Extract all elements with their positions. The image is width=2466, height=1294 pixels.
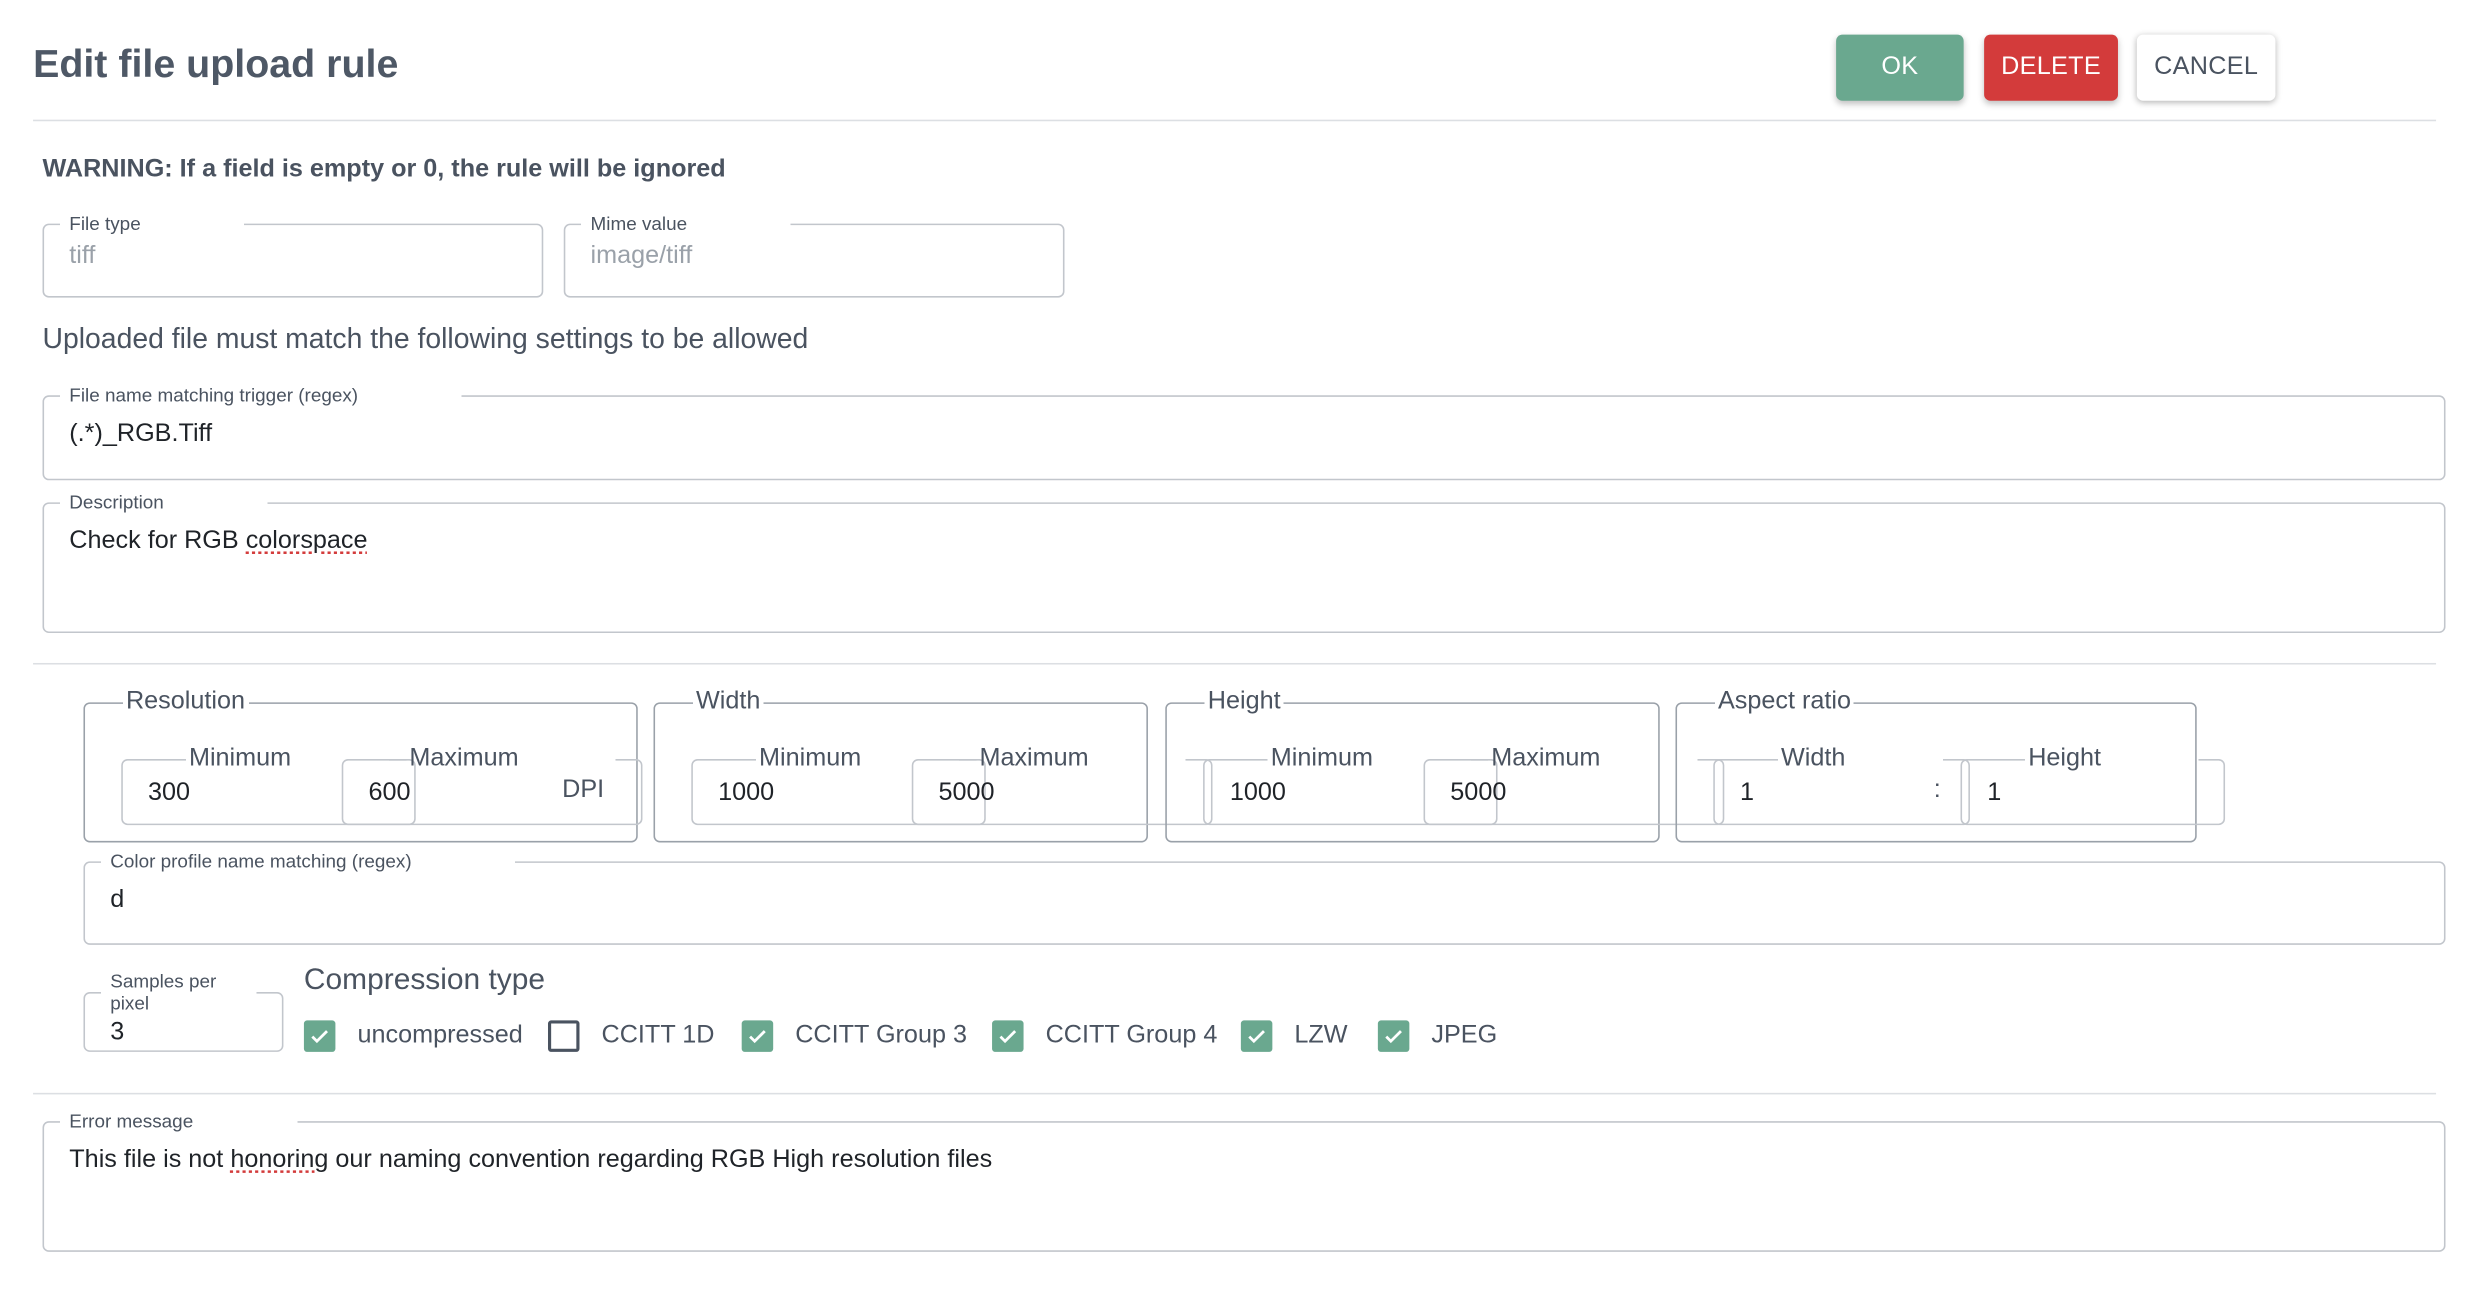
check-icon <box>1248 1030 1265 1044</box>
file-name-trigger-field[interactable]: File name matching trigger (regex) (.*)_… <box>42 384 2446 481</box>
checkbox-label-ccitt-1d[interactable]: CCITT 1D <box>602 1020 715 1051</box>
samples-per-pixel-input[interactable]: 3 <box>110 1019 256 1047</box>
samples-per-pixel-field[interactable]: Samples per pixel 3 <box>83 970 284 1052</box>
aspect-height-input[interactable]: 1 <box>1987 779 2198 807</box>
aspect-ratio-separator: : <box>1933 776 1941 804</box>
resolution-unit: DPI <box>562 776 605 804</box>
description-field[interactable]: Description Check for RGB colorspace <box>42 491 2446 634</box>
divider <box>33 662 2437 665</box>
page-title: Edit file upload rule <box>33 42 399 87</box>
file-name-trigger-label: File name matching trigger (regex) <box>69 384 359 407</box>
samples-per-pixel-label: Samples per pixel <box>110 970 217 1015</box>
check-icon <box>311 1030 328 1044</box>
file-name-trigger-input[interactable]: (.*)_RGB.Tiff <box>69 420 2418 448</box>
section-subheading: Uploaded file must match the following s… <box>42 322 809 355</box>
edit-rule-dialog: Edit file upload rule OK DELETE CANCEL W… <box>0 0 2466 1294</box>
divider <box>33 1092 2437 1095</box>
warning-text: WARNING: If a field is empty or 0, the r… <box>42 155 726 183</box>
check-icon <box>999 1030 1017 1044</box>
error-message-label: Error message <box>69 1110 194 1133</box>
color-profile-label: Color profile name matching (regex) <box>110 850 412 873</box>
description-label: Description <box>69 491 164 514</box>
checkbox-label-ccitt-group-4[interactable]: CCITT Group 4 <box>1046 1020 1218 1051</box>
width-max-input[interactable]: 5000 <box>939 779 1187 807</box>
file-type-field[interactable]: File type tiff <box>42 212 544 298</box>
aspect-width-input[interactable]: 1 <box>1740 779 1943 807</box>
cancel-button[interactable]: CANCEL <box>2136 34 2276 101</box>
aspect-ratio-title: Aspect ratio <box>1717 688 1852 715</box>
height-title: Height <box>1207 688 1281 715</box>
checkbox-ccitt-group-3[interactable] <box>741 1020 774 1052</box>
checkbox-jpeg[interactable] <box>1377 1020 1410 1052</box>
delete-button[interactable]: DELETE <box>1984 34 2118 101</box>
file-type-input[interactable]: tiff <box>69 243 516 271</box>
width-group: Width Minimum 1000 Maximum 5000 <box>653 686 1214 843</box>
aspect-height-label: Height <box>2028 744 2102 772</box>
aspect-ratio-group: Aspect ratio Width 1 : Height 1 <box>1675 686 2226 843</box>
aspect-width-label: Width <box>1780 744 1846 772</box>
resolution-group: Resolution Minimum 300 Maximum 600 DPI <box>83 686 644 843</box>
check-icon <box>1385 1030 1402 1044</box>
check-icon <box>749 1030 766 1044</box>
width-max-label: Maximum <box>979 744 1089 772</box>
color-profile-input[interactable]: d <box>110 887 2419 915</box>
resolution-title: Resolution <box>125 688 246 715</box>
checkbox-label-uncompressed[interactable]: uncompressed <box>357 1020 522 1051</box>
checkbox-uncompressed[interactable] <box>303 1020 336 1052</box>
checkbox-ccitt-group-4[interactable] <box>992 1020 1024 1052</box>
file-type-label: File type <box>69 212 141 235</box>
height-group: Height Minimum 1000 Maximum 5000 <box>1165 686 1725 843</box>
error-message-textarea[interactable]: This file is not honoring our naming con… <box>69 1146 2418 1174</box>
description-textarea[interactable]: Check for RGB colorspace <box>69 528 2418 556</box>
mime-value-field[interactable]: Mime value image/tiff <box>563 212 1065 298</box>
checkbox-lzw[interactable] <box>1240 1020 1273 1052</box>
mime-value-input[interactable]: image/tiff <box>591 243 1038 271</box>
aspect-width-field[interactable]: Width 1 <box>1713 743 1970 826</box>
resolution-max-label: Maximum <box>409 744 519 772</box>
color-profile-field[interactable]: Color profile name matching (regex) d <box>83 850 2446 945</box>
divider <box>33 119 2437 122</box>
checkbox-label-ccitt-group-3[interactable]: CCITT Group 3 <box>795 1020 967 1051</box>
compression-type-title: Compression type <box>303 963 546 997</box>
checkbox-label-lzw[interactable]: LZW <box>1294 1020 1347 1051</box>
ok-button[interactable]: OK <box>1836 34 1964 101</box>
height-max-input[interactable]: 5000 <box>1450 779 1698 807</box>
error-message-field[interactable]: Error message This file is not honoring … <box>42 1110 2446 1252</box>
checkbox-ccitt-1d[interactable] <box>547 1020 580 1052</box>
aspect-height-field[interactable]: Height 1 <box>1960 743 2226 826</box>
checkbox-label-jpeg[interactable]: JPEG <box>1431 1020 1497 1051</box>
height-max-label: Maximum <box>1491 744 1601 772</box>
mime-value-label: Mime value <box>590 212 688 235</box>
width-title: Width <box>696 688 761 715</box>
